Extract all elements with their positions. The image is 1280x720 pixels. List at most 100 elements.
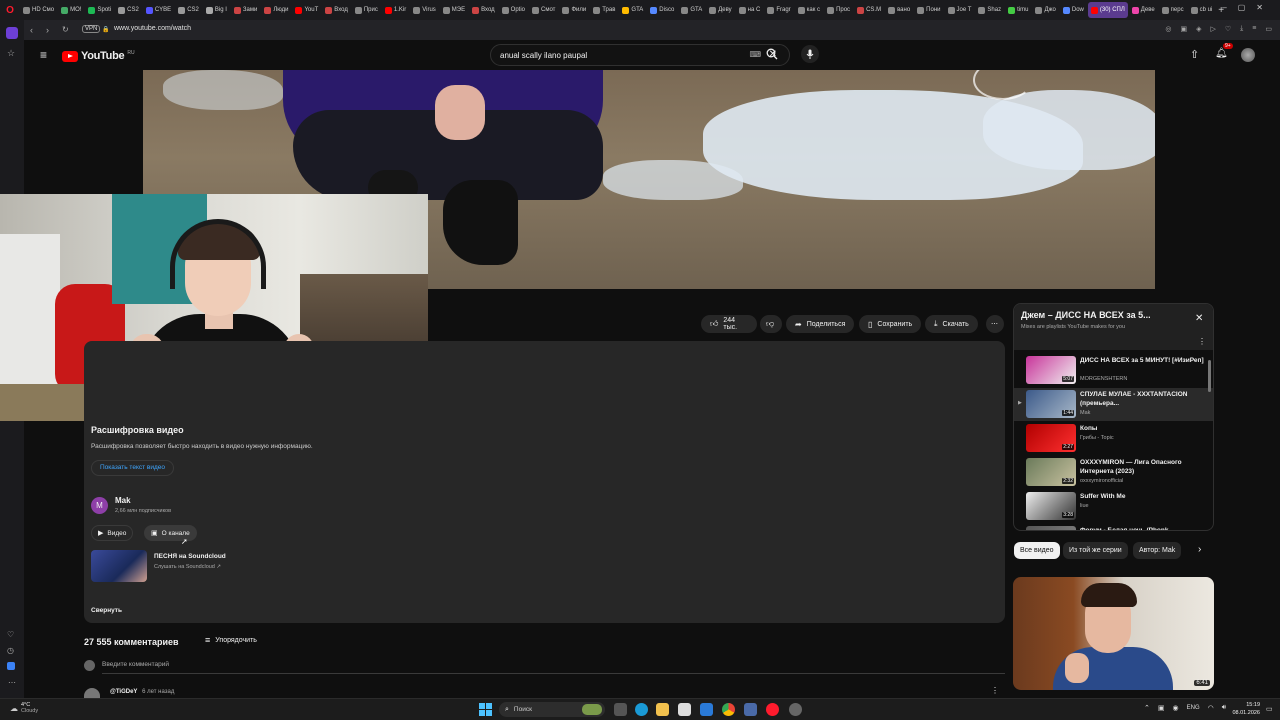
vpn-badge[interactable]: VPN — [82, 25, 101, 33]
play-icon[interactable]: ▷ — [1211, 25, 1216, 33]
browser-tab[interactable]: GTA — [678, 2, 705, 18]
share-button[interactable]: ➦ Поделиться — [786, 315, 855, 333]
browser-tab[interactable]: Джо — [1032, 2, 1058, 18]
dislike-button[interactable]: 👎︎ — [760, 315, 782, 333]
comment-more-icon[interactable]: ⋮ — [991, 686, 999, 695]
close-playlist-icon[interactable]: ✕ — [1195, 313, 1203, 324]
playlist-scrollbar[interactable] — [1208, 360, 1211, 392]
chrome-icon[interactable] — [722, 703, 735, 716]
file-explorer-icon[interactable] — [656, 703, 669, 716]
microphone-icon[interactable] — [801, 45, 819, 63]
forward-icon[interactable]: › — [46, 25, 49, 35]
browser-tab[interactable]: Трав — [590, 2, 618, 18]
browser-tab[interactable]: Смот — [529, 2, 558, 18]
heart-icon[interactable]: ♡ — [1225, 25, 1231, 33]
chip-same-series[interactable]: Из той же серии — [1063, 542, 1128, 559]
like-button[interactable]: 👍︎ 244 тыс. — [701, 315, 757, 333]
close-window-button[interactable]: ✕ — [1256, 3, 1274, 12]
search-icon[interactable] — [766, 47, 778, 60]
wallet-icon[interactable]: ▭ — [1265, 25, 1272, 33]
browser-tab[interactable]: Dow — [1060, 2, 1087, 18]
browser-tab[interactable]: Вход — [322, 2, 351, 18]
browser-tab[interactable]: Прос — [824, 2, 853, 18]
browser-tab[interactable]: CS2 — [115, 2, 142, 18]
shield-icon[interactable]: ◈ — [1196, 25, 1201, 33]
history-icon[interactable]: ◷ — [7, 646, 14, 655]
browser-tab[interactable]: Big I — [203, 2, 230, 18]
minimize-button[interactable]: – — [1222, 3, 1237, 12]
task-view-icon[interactable] — [614, 703, 627, 716]
download-button[interactable]: ⤓ Скачать — [925, 315, 978, 333]
language-indicator[interactable]: ENG — [1187, 705, 1200, 711]
browser-tab[interactable]: cb ui — [1188, 2, 1216, 18]
tray-app-icon[interactable]: ▣ — [1158, 704, 1165, 712]
playlist-item[interactable]: Форум - Белая ночь (Phonk — [1014, 524, 1213, 530]
url-text[interactable]: www.youtube.com/watch — [114, 25, 191, 32]
more-actions-button[interactable]: ⋯ — [986, 315, 1004, 333]
channel-name[interactable]: Mak — [115, 496, 131, 505]
browser-tab[interactable]: 1.Kir — [382, 2, 409, 18]
chip-all-videos[interactable]: Все видео — [1014, 542, 1060, 559]
channel-avatar[interactable]: M — [91, 497, 108, 514]
browser-tab[interactable]: Virus — [410, 2, 439, 18]
store-icon[interactable] — [700, 703, 713, 716]
browser-tab[interactable]: Деву — [706, 2, 734, 18]
browser-tab[interactable]: Пони — [914, 2, 943, 18]
description-box[interactable]: Расшифровка видео Расшифровка позволяет … — [84, 341, 1005, 623]
browser-tab[interactable]: Joe T — [945, 2, 975, 18]
notifications-icon[interactable]: 🔔︎ — [1215, 48, 1228, 59]
back-icon[interactable]: ‹ — [30, 25, 33, 35]
hamburger-icon[interactable]: ≡ — [40, 48, 47, 62]
clock[interactable]: 15:19 08.01.2026 — [1226, 701, 1260, 717]
notification-center-icon[interactable]: ▭ — [1266, 705, 1273, 713]
browser-tab[interactable]: GTA — [619, 2, 646, 18]
browser-tab[interactable]: Fragr — [764, 2, 793, 18]
show-transcript-button[interactable]: Показать текст видео — [91, 460, 175, 476]
extensions-icon[interactable] — [7, 662, 15, 670]
browser-tab[interactable]: HD Смо — [20, 2, 57, 18]
browser-tab[interactable]: YouT — [292, 2, 321, 18]
browser-tab[interactable]: CYBE — [143, 2, 174, 18]
edge-icon[interactable] — [635, 703, 648, 716]
start-button[interactable] — [479, 703, 492, 716]
calendar-icon[interactable] — [678, 703, 691, 716]
lock-icon[interactable]: 🔒 — [102, 25, 109, 35]
collapse-link[interactable]: Свернуть — [91, 607, 122, 614]
wifi-icon[interactable]: ◠ — [1208, 704, 1214, 712]
browser-tab[interactable]: вано — [885, 2, 913, 18]
browser-tab[interactable]: как с — [795, 2, 823, 18]
snapshot-icon[interactable]: ▣ — [1180, 25, 1187, 33]
menu-icon[interactable]: ≡ — [1252, 25, 1256, 33]
app-icon[interactable] — [744, 703, 757, 716]
chips-next-icon[interactable]: › — [1198, 544, 1201, 555]
bookmark-icon[interactable]: ☆ — [7, 48, 15, 59]
playlist-menu-icon[interactable]: ⋮ — [1198, 337, 1206, 346]
taskbar-search[interactable]: ⌕ Поиск — [499, 702, 605, 717]
search-input[interactable]: anual scally ilano paupal — [500, 51, 587, 60]
browser-tab[interactable]: Вход — [469, 2, 498, 18]
browser-tab[interactable]: перс — [1159, 2, 1187, 18]
weather-widget[interactable]: ☁ 4°C Cloudy — [10, 702, 38, 714]
first-comment-author[interactable]: @TiGDeY 6 лет назад — [110, 689, 174, 695]
camera-icon[interactable]: ◎ — [1165, 25, 1171, 33]
download-icon[interactable]: ⤓ — [1240, 25, 1243, 33]
youtube-logo[interactable]: YouTube RU — [62, 50, 135, 62]
playlist-title[interactable]: Джем – ДИСС НА ВСЕХ за 5... — [1021, 310, 1151, 320]
browser-tab[interactable]: Люди — [261, 2, 291, 18]
playlist-item[interactable]: 3:28 Suffer With Me liue — [1014, 490, 1213, 523]
browser-tab[interactable]: CS2 — [175, 2, 202, 18]
chip-author[interactable]: Автор: Mak — [1133, 542, 1182, 559]
save-button[interactable]: ▯ Сохранить — [859, 315, 922, 333]
browser-tab[interactable]: Зами — [231, 2, 260, 18]
account-avatar[interactable] — [1241, 48, 1255, 62]
steam-icon[interactable] — [789, 703, 802, 716]
browser-tab[interactable]: (30) СПЛ — [1087, 2, 1128, 18]
browser-tab[interactable]: МЭЕ — [440, 2, 468, 18]
channel-videos-button[interactable]: ▶ Видео — [91, 525, 134, 541]
heart-sidebar-icon[interactable]: ♡ — [7, 630, 14, 639]
opera-logo-icon[interactable]: O — [0, 5, 20, 16]
browser-tab[interactable]: Shaz — [975, 2, 1004, 18]
browser-tab[interactable]: Прис — [352, 2, 381, 18]
soundcloud-link[interactable]: ПЕСНЯ на Soundcloud Слушать на Soundclou… — [91, 550, 291, 582]
browser-tab[interactable]: на С — [736, 2, 764, 18]
